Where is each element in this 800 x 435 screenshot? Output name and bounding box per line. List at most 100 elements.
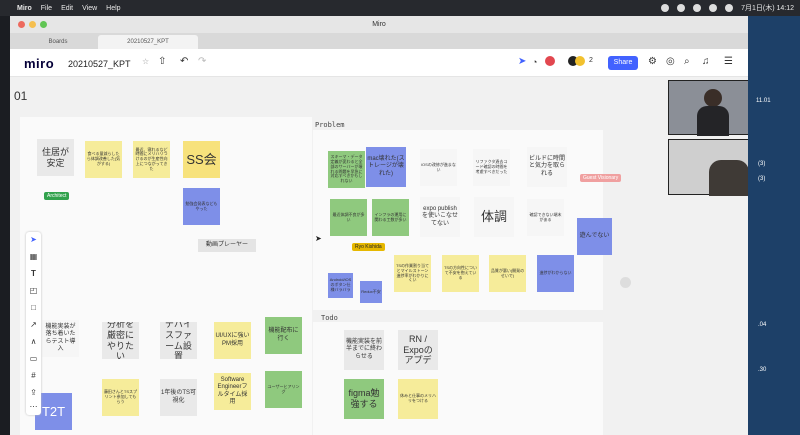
person-head: [704, 89, 722, 107]
sticky-note[interactable]: 勉強会発表などもやった: [183, 188, 220, 225]
sticky-note[interactable]: 1年後のTS可視化: [160, 379, 197, 416]
miro-window: Miro Boards 20210527_KPT miro 20210527_K…: [10, 16, 748, 435]
status-icon[interactable]: [693, 4, 702, 12]
close-window-icon[interactable]: [18, 21, 25, 28]
menu-app-name[interactable]: Miro: [17, 5, 32, 12]
upload-tool-icon[interactable]: ⇪: [26, 388, 41, 397]
text-tool-icon[interactable]: T: [26, 269, 41, 278]
board-canvas[interactable]: 01 Problem Todo 住居が安定 食べる量減らしたら体調改善した(気が…: [10, 77, 748, 435]
menu-view[interactable]: View: [82, 5, 97, 12]
sticky-note[interactable]: 最近体調不良が多い: [330, 199, 367, 236]
sticky-note[interactable]: 機能配布に行く: [265, 317, 302, 354]
export-icon[interactable]: ⇧: [158, 56, 166, 67]
cursor-arrow-icon: ➤: [315, 234, 322, 243]
share-button[interactable]: Share: [608, 56, 638, 70]
sticky-note-tool-icon[interactable]: ◰: [26, 286, 41, 295]
miro-logo[interactable]: miro: [24, 56, 54, 71]
frame-tool-icon[interactable]: #: [26, 371, 41, 380]
status-icon[interactable]: [661, 4, 670, 12]
frame-label: 01: [14, 89, 28, 103]
sticky-note[interactable]: SS会: [183, 141, 220, 178]
creation-toolbar: ➤ ▦ T ◰ □ ↗ ∧ ▭ # ⇪ ⋯: [26, 232, 41, 415]
sticky-note[interactable]: インフラの運用に関わる工数が多い: [372, 199, 409, 236]
miro-toolbar: miro 20210527_KPT ☆ ⇧ ↶ ↷ ➤ ◔ 2 Share ⚙ …: [10, 49, 748, 77]
sticky-note[interactable]: 藤田さんとTSスプリント参加してもらう: [102, 379, 139, 416]
collaborator-count: 2: [589, 57, 593, 64]
star-icon[interactable]: ☆: [142, 57, 149, 66]
cursor-label: Guest Visionary: [580, 174, 622, 182]
search-icon[interactable]: ⌕: [684, 56, 690, 67]
sticky-note[interactable]: 機能実装を前半までに終わらせる: [344, 330, 384, 370]
redo-icon[interactable]: ↷: [198, 56, 206, 67]
pen-tool-icon[interactable]: ∧: [26, 337, 41, 346]
tab-board[interactable]: 20210527_KPT: [98, 35, 198, 49]
person-figure: [709, 160, 748, 196]
sticky-note[interactable]: 住居が安定: [37, 139, 74, 176]
sticky-note[interactable]: ユーザーヒアリング: [265, 371, 302, 408]
sticky-note[interactable]: TSの作業割り当てとマイルストーン進捗率がわかりにくい: [394, 255, 431, 292]
sticky-note[interactable]: 最近、寝れるなど時間にメリハリつけるのが生産性向上につながってきた: [133, 141, 170, 178]
sticky-note[interactable]: Android/iOSのボタン仕様バラバラ: [328, 273, 353, 298]
comment-tool-icon[interactable]: ▭: [26, 354, 41, 363]
avatar[interactable]: [575, 56, 585, 66]
template-tool-icon[interactable]: ▦: [26, 252, 41, 261]
sticky-note[interactable]: Software Engineerフルタイム採用: [214, 373, 251, 410]
board-name[interactable]: 20210527_KPT: [68, 59, 131, 69]
sticky-note[interactable]: figma勉強する: [344, 379, 384, 419]
status-icon[interactable]: [677, 4, 686, 12]
menu-edit[interactable]: Edit: [61, 5, 73, 12]
person-body: [697, 106, 729, 136]
avatar[interactable]: [545, 56, 555, 66]
cursor-label: Ryo Kishida: [352, 243, 385, 251]
window-title: Miro: [372, 21, 386, 28]
sticky-note[interactable]: 確認できない端末がある: [527, 199, 564, 236]
sticky-note[interactable]: 体調: [474, 197, 514, 237]
sticky-note[interactable]: mac壊れた(ストレージが壊れた): [366, 147, 406, 187]
sticky-note[interactable]: TSの方向性について不安を抱えている: [442, 255, 479, 292]
sticky-note[interactable]: 機能実装が落ち着いたらテスト導入: [42, 320, 79, 357]
sticky-note[interactable]: iOSの改修が進まない: [420, 149, 457, 186]
undo-icon[interactable]: ↶: [180, 56, 188, 67]
sticky-note[interactable]: expo publishを使いこなせてない: [420, 197, 460, 237]
sticky-note[interactable]: 食べる量減らしたら体調改善した(気がする): [85, 141, 122, 178]
menu-file[interactable]: File: [41, 5, 52, 12]
sticky-note[interactable]: Redux不安: [360, 281, 382, 303]
sticky-note[interactable]: リファクタ過去コード確認の時間を考慮すべきだった: [473, 149, 510, 186]
settings-icon[interactable]: ⚙: [648, 56, 657, 67]
frame-label-todo: Todo: [321, 314, 338, 322]
zoom-window-icon[interactable]: [40, 21, 47, 28]
tab-bar: Boards 20210527_KPT: [10, 33, 748, 49]
desktop-sidebar: 11.01 (3) (3) .04 .30: [748, 16, 800, 435]
dock-label: .04: [758, 322, 767, 328]
board-menu-icon[interactable]: ☰: [724, 56, 733, 67]
scroll-handle[interactable]: [620, 277, 631, 288]
wifi-icon[interactable]: [709, 4, 718, 12]
tab-boards[interactable]: Boards: [18, 35, 98, 49]
sticky-note[interactable]: デバイスファーム設置: [160, 322, 197, 359]
pointer-icon[interactable]: ➤: [518, 56, 526, 67]
sticky-note[interactable]: 休みと仕事のメリハリをつける: [398, 379, 438, 419]
dock-label: 11.01: [756, 98, 771, 104]
sticky-note[interactable]: 分析を厳密にやりたい: [102, 322, 139, 359]
connector-tool-icon[interactable]: ↗: [26, 320, 41, 329]
video-feed: [668, 139, 748, 196]
sticky-note[interactable]: ビルドに時間と気力を取られる: [527, 147, 567, 187]
shape-tool-icon[interactable]: □: [26, 303, 41, 312]
notifications-icon[interactable]: ◎: [666, 56, 675, 67]
sticky-note[interactable]: スキーマ・データ定義が変わると全部のサーバーが壊れる問題を早急に対応すべきかもし…: [328, 151, 365, 188]
timer-icon[interactable]: ◔: [532, 57, 537, 67]
sticky-note[interactable]: 品質が悪い(開発のせいで): [489, 255, 526, 292]
sticky-note[interactable]: 遊んでない: [577, 218, 612, 255]
minimize-window-icon[interactable]: [29, 21, 36, 28]
sticky-note[interactable]: UI/UXに強いPM採用: [214, 322, 251, 359]
sticky-note[interactable]: 進捗がわからない: [537, 255, 574, 292]
sticky-note[interactable]: RN / Expoのアプデ: [398, 330, 438, 370]
dock-label: (3): [758, 161, 766, 167]
menu-help[interactable]: Help: [106, 5, 120, 12]
battery-icon[interactable]: [725, 4, 734, 12]
clock[interactable]: 7月1日(木) 14:12: [741, 3, 794, 13]
select-tool-icon[interactable]: ➤: [26, 235, 41, 244]
more-tools-icon[interactable]: ⋯: [26, 402, 41, 411]
video-player-widget[interactable]: 動画プレーヤー: [198, 239, 256, 252]
bell-icon[interactable]: ♫: [702, 56, 710, 67]
